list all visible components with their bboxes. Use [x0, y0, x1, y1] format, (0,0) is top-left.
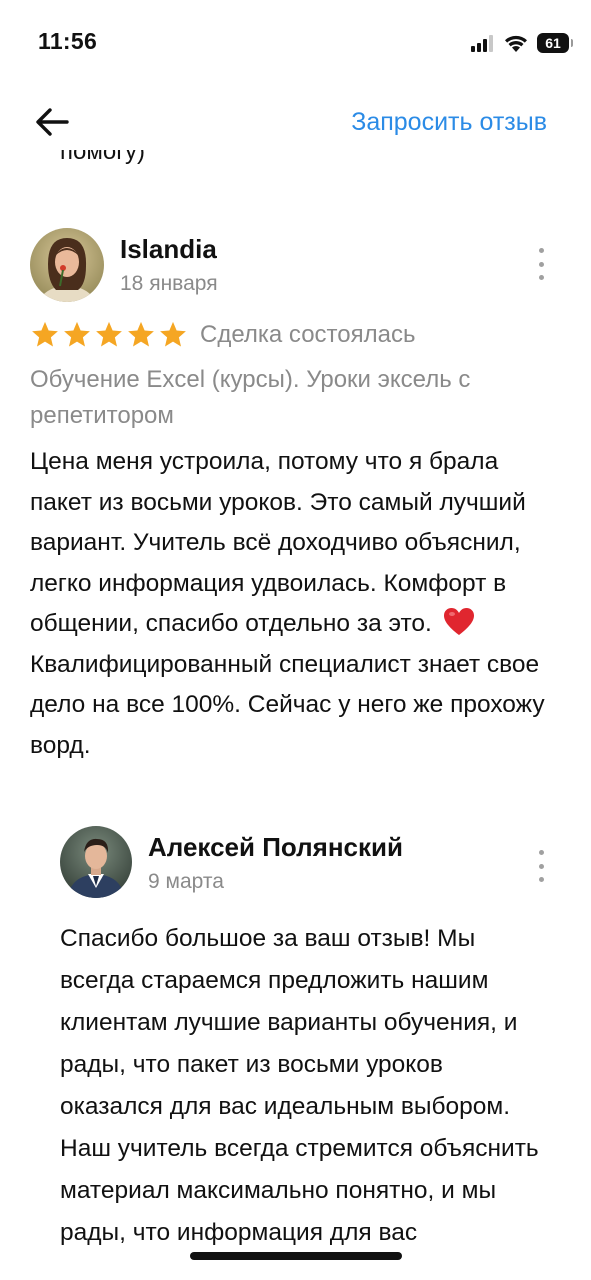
more-dot-icon — [538, 863, 544, 869]
reply-date: 9 марта — [148, 870, 224, 893]
review-text-part-2: Квалифицированный специалист знает свое … — [30, 650, 545, 759]
heart-emoji-icon — [443, 608, 474, 635]
review-date: 18 января — [120, 272, 218, 295]
status-bar: 11:56 61 — [0, 0, 591, 88]
previous-review-fragment: помогу) — [60, 150, 360, 174]
status-time: 11:56 — [38, 28, 98, 54]
request-review-link[interactable]: Запросить отзыв — [351, 108, 547, 137]
avatar[interactable] — [30, 228, 104, 302]
home-indicator[interactable] — [190, 1252, 402, 1260]
back-button[interactable] — [30, 100, 74, 144]
star-icon — [160, 321, 186, 347]
more-options-button[interactable] — [531, 248, 551, 280]
service-title[interactable]: Обучение Excel (курсы). Уроки эксель с р… — [30, 362, 560, 434]
rating-row: Сделка состоялась — [30, 320, 415, 350]
more-dot-icon — [538, 877, 544, 882]
deal-status: Сделка состоялась — [200, 321, 416, 348]
more-dot-icon — [538, 850, 544, 855]
star-icon — [64, 321, 90, 347]
review-text: Цена меня устроила, потому что я брала п… — [30, 442, 564, 766]
star-icon — [128, 321, 154, 347]
author-name[interactable]: Islandia — [120, 234, 217, 265]
status-icons: 61 — [471, 32, 573, 54]
battery-icon: 61 — [537, 33, 573, 53]
more-dot-icon — [538, 275, 544, 280]
wifi-icon — [505, 35, 527, 52]
reply-author-name[interactable]: Алексей Полянский — [148, 832, 403, 863]
reply-avatar[interactable] — [60, 826, 132, 898]
more-dot-icon — [538, 261, 544, 267]
signal-icon — [471, 35, 493, 52]
user-avatar-image — [30, 228, 104, 302]
star-icon — [32, 321, 58, 347]
star-rating — [30, 320, 188, 350]
star-icon — [96, 321, 122, 347]
reply-more-options-button[interactable] — [531, 850, 551, 882]
previous-review-text: помогу) — [60, 150, 145, 165]
more-dot-icon — [538, 248, 544, 253]
reply-text: Спасибо большое за ваш отзыв! Мы всегда … — [60, 925, 539, 1246]
battery-level: 61 — [545, 35, 561, 51]
nav-bar: Запросить отзыв — [0, 92, 591, 152]
back-arrow-icon — [36, 108, 69, 136]
reply-avatar-image — [60, 826, 132, 898]
